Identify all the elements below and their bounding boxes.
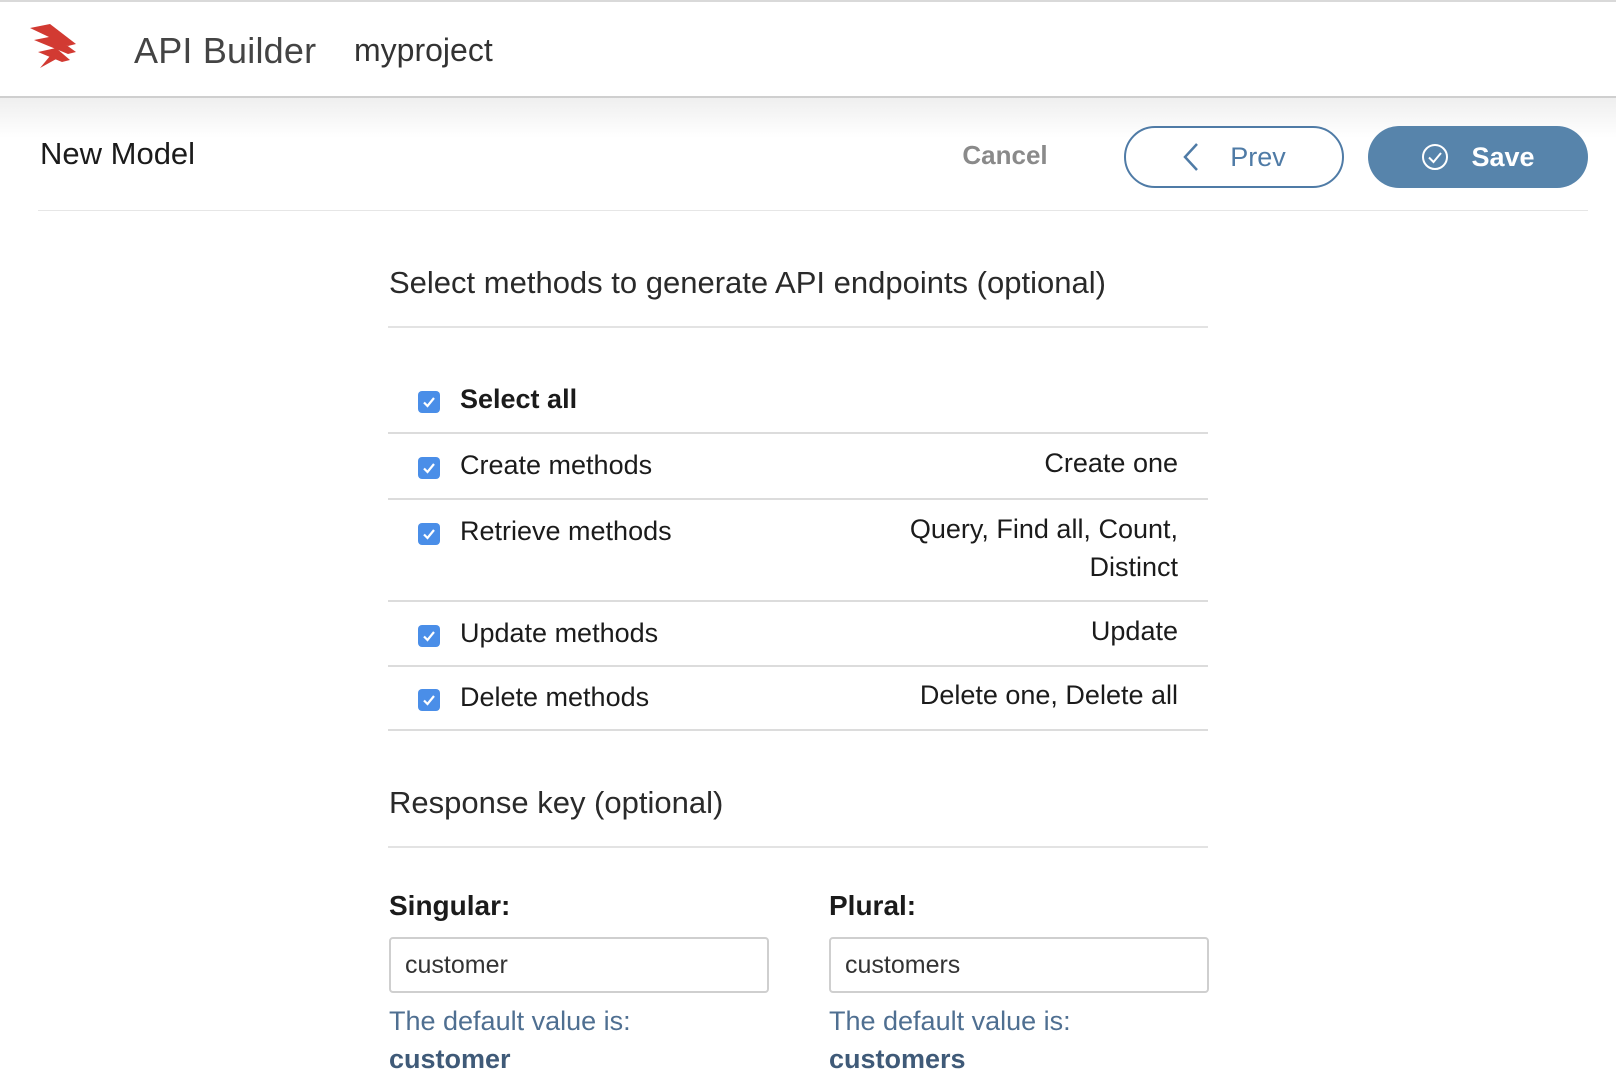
- api-builder-logo-icon: [30, 24, 76, 68]
- delete-methods-checkbox[interactable]: [418, 689, 440, 711]
- checkmark-icon: [423, 529, 435, 540]
- create-methods-checkbox[interactable]: [418, 457, 440, 479]
- app-name: API Builder: [134, 30, 317, 71]
- project-name[interactable]: myproject: [354, 32, 493, 69]
- row-divider: [388, 729, 1208, 731]
- methods-section-title: Select methods to generate API endpoints…: [389, 265, 1106, 300]
- row-divider: [388, 432, 1208, 434]
- checkmark-icon: [423, 397, 435, 408]
- save-button[interactable]: Save: [1368, 126, 1588, 188]
- response-key-section-divider: [388, 846, 1208, 848]
- plural-default-note: The default value is:: [829, 1006, 1071, 1036]
- plural-default-value: customers: [829, 1044, 966, 1074]
- update-methods-checkbox[interactable]: [418, 625, 440, 647]
- singular-label: Singular:: [389, 890, 511, 921]
- delete-methods-description: Delete one, Delete all: [919, 680, 1178, 710]
- row-divider: [388, 498, 1208, 500]
- create-methods-label[interactable]: Create methods: [460, 450, 652, 481]
- response-key-section-title: Response key (optional): [389, 785, 724, 820]
- row-divider: [388, 600, 1208, 602]
- save-button-label: Save: [1471, 141, 1535, 172]
- singular-default-note: The default value is:: [389, 1006, 631, 1036]
- singular-default-value: customer: [389, 1044, 511, 1074]
- create-methods-description: Create one: [1044, 448, 1178, 478]
- chevron-left-icon: [1183, 143, 1199, 171]
- methods-section-divider: [388, 326, 1208, 328]
- retrieve-methods-checkbox[interactable]: [418, 523, 440, 545]
- top-bar: API Builder myproject: [0, 0, 1616, 98]
- cancel-button[interactable]: Cancel: [940, 124, 1070, 186]
- cancel-button-label: Cancel: [962, 139, 1048, 170]
- page-title: New Model: [40, 136, 196, 171]
- select-all-label[interactable]: Select all: [460, 384, 577, 415]
- update-methods-label[interactable]: Update methods: [460, 618, 658, 649]
- prev-button[interactable]: Prev: [1124, 126, 1344, 188]
- prev-button-label: Prev: [1230, 141, 1286, 172]
- select-all-checkbox[interactable]: [418, 391, 440, 413]
- checkmark-icon: [423, 695, 435, 706]
- update-methods-description: Update: [1090, 616, 1178, 646]
- checkmark-icon: [423, 631, 435, 642]
- check-circle-icon: [1422, 144, 1449, 170]
- retrieve-methods-label[interactable]: Retrieve methods: [460, 516, 672, 547]
- plural-label: Plural:: [829, 890, 917, 921]
- singular-input[interactable]: [389, 937, 769, 993]
- delete-methods-label[interactable]: Delete methods: [460, 682, 649, 713]
- toolbar-background: [0, 98, 1616, 138]
- header-divider: [38, 210, 1588, 211]
- checkmark-icon: [423, 463, 435, 474]
- row-divider: [388, 665, 1208, 667]
- plural-input[interactable]: [829, 937, 1209, 993]
- retrieve-methods-description: Query, Find all, Count, Distinct: [909, 514, 1178, 582]
